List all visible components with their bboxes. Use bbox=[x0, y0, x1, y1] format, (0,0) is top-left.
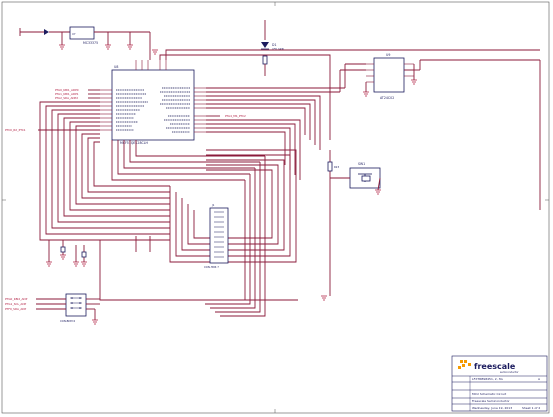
ground-icon bbox=[152, 49, 158, 55]
switch-sw1: R23 SW1 bbox=[327, 150, 381, 296]
sheet-date: Wednesday, June 19, 2013 bbox=[472, 406, 512, 410]
net-label: PTA4_MS_PTC2 bbox=[225, 114, 246, 118]
header-name: CON-HDR 7 bbox=[204, 265, 219, 269]
bottom-left-components bbox=[48, 240, 87, 262]
company-tag: semiconductor bbox=[500, 370, 520, 374]
led-ref: D1 bbox=[272, 43, 276, 47]
ground-icon bbox=[127, 44, 133, 50]
bdm-name: CON-BDM 6 bbox=[60, 319, 75, 323]
ground-icon bbox=[375, 189, 381, 195]
title-block: freescale semiconductor LFXTRBS8451, 2, … bbox=[451, 355, 548, 412]
drawn-by: Freescale Semiconductor bbox=[472, 399, 510, 403]
regulator-name: MC33375 bbox=[83, 41, 98, 45]
regulator-section: U7 MC33375 bbox=[19, 26, 151, 60]
net-label: PTA2_SDA_ADP2 bbox=[55, 96, 78, 100]
led-d1: D1 LED GRN bbox=[261, 20, 284, 76]
mcu-ref: U8 bbox=[114, 65, 118, 69]
ground-icon bbox=[73, 261, 79, 267]
ground-icon bbox=[92, 319, 98, 325]
eeprom-name: AT24C02 bbox=[380, 96, 394, 100]
schematic-subtitle: MCU Schematic Circuit bbox=[472, 392, 507, 396]
ground-icon bbox=[105, 44, 111, 50]
schematic-sheet: U7 MC33375 U8 MCF51QE128CLH PTA0_KBI1_AD… bbox=[1, 1, 550, 414]
sheet-number: Sheet 1 of 2 bbox=[522, 406, 540, 410]
ground-icon bbox=[60, 254, 66, 260]
net-label: PTF0_SDA_ADP bbox=[5, 307, 26, 311]
mcu-u8: U8 MCF51QE128CLH bbox=[100, 60, 206, 145]
net-label: PTG1_SCL_ADP bbox=[5, 302, 26, 306]
net-label: PTC0_RX_PTC1 bbox=[5, 128, 26, 132]
bdm-j2: CON-BDM 6 PTG0_KBI2_ADP PTG1_SCL_ADP PTF… bbox=[5, 293, 100, 323]
ground-icon bbox=[46, 261, 52, 267]
diode-symbol bbox=[44, 29, 49, 35]
company-name: freescale bbox=[474, 362, 516, 371]
header-j1: J1 CON-HDR 7 bbox=[204, 203, 229, 269]
ground-icon bbox=[81, 261, 87, 267]
net-label: PTG0_KBI2_ADP bbox=[5, 297, 28, 301]
schematic-title: LFXTRBS8451, 2, 3G bbox=[472, 377, 503, 381]
regulator-ref: U7 bbox=[72, 32, 76, 36]
ground-icon bbox=[411, 79, 417, 85]
ground-icon bbox=[59, 44, 65, 50]
eeprom-ref: U9 bbox=[386, 53, 390, 57]
switch-ref: SW1 bbox=[358, 162, 365, 166]
ground-icon bbox=[321, 295, 327, 301]
eeprom-u9: U9 AT24C02 bbox=[366, 53, 415, 100]
sheet-border bbox=[1, 1, 550, 414]
header-ref: J1 bbox=[211, 203, 215, 207]
switch-resistor-label: R23 bbox=[334, 165, 339, 169]
ground-icon bbox=[363, 91, 369, 97]
